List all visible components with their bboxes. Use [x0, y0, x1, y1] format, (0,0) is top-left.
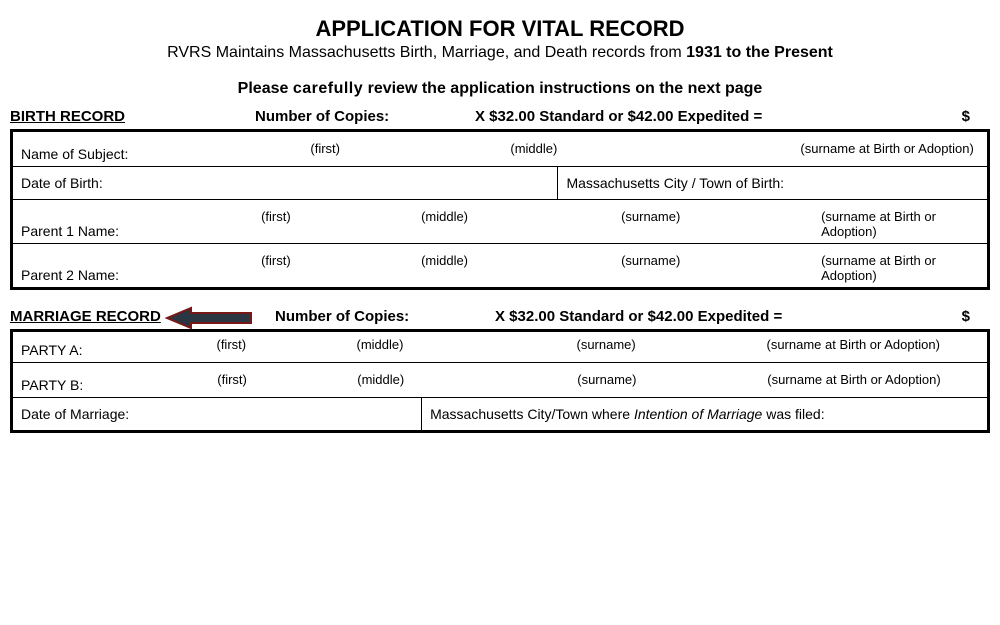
dom-label: Date of Marriage:: [21, 406, 129, 422]
party-b-first-sublabel: (first): [157, 372, 317, 393]
subject-surname-sublabel: (surname at Birth or Adoption): [640, 141, 973, 162]
subject-name-row: Name of Subject: (first) (middle) (surna…: [13, 132, 987, 167]
page-subtitle: RVRS Maintains Massachusetts Birth, Marr…: [10, 44, 990, 62]
dob-label: Date of Birth:: [21, 175, 103, 191]
birth-pricing-label: X $32.00 Standard or $42.00 Expedited =: [475, 108, 930, 125]
arrow-icon: [165, 306, 255, 330]
subject-middle-sublabel: (middle): [410, 141, 640, 162]
dom-city-row: Date of Marriage: Massachusetts City/Tow…: [13, 398, 987, 430]
party-a-surname-sublabel: (surname): [516, 337, 716, 358]
party-b-row: PARTY B: (first) (middle) (surname) (sur…: [13, 363, 987, 398]
birth-section-header: BIRTH RECORD Number of Copies: X $32.00 …: [10, 108, 990, 125]
marriage-city-label: Massachusetts City/Town where Intention …: [430, 406, 825, 422]
parent1-middle-sublabel: (middle): [391, 209, 581, 239]
birth-city-label: Massachusetts City / Town of Birth:: [566, 175, 784, 191]
instructions-bold: carefully: [293, 80, 363, 97]
party-a-first-sublabel: (first): [156, 337, 316, 358]
marriage-copies-label: Number of Copies:: [275, 308, 495, 325]
subject-first-sublabel: (first): [250, 141, 410, 162]
parent2-row: Parent 2 Name: (first) (middle) (surname…: [13, 244, 987, 287]
birth-copies-label: Number of Copies:: [255, 108, 475, 125]
party-b-surname-adopt-sublabel: (surname at Birth or Adoption): [717, 372, 940, 393]
marriage-form-box: PARTY A: (first) (middle) (surname) (sur…: [10, 329, 990, 433]
dob-city-row: Date of Birth: Massachusetts City / Town…: [13, 167, 987, 200]
marriage-city-pre: Massachusetts City/Town where: [430, 406, 634, 422]
parent2-surname-adopt-sublabel: (surname at Birth or Adoption): [781, 253, 979, 283]
instructions-pre: Please: [238, 80, 293, 97]
party-a-middle-sublabel: (middle): [316, 337, 516, 358]
party-a-surname-adopt-sublabel: (surname at Birth or Adoption): [716, 337, 939, 358]
parent2-middle-sublabel: (middle): [391, 253, 581, 283]
page-title: APPLICATION FOR VITAL RECORD: [10, 16, 990, 42]
subject-name-label: Name of Subject:: [21, 146, 128, 162]
parent2-label: Parent 2 Name:: [21, 267, 119, 283]
party-a-label: PARTY A:: [21, 342, 82, 358]
marriage-section-header: MARRIAGE RECORD Number of Copies: X $32.…: [10, 308, 990, 325]
parent1-label: Parent 1 Name:: [21, 223, 119, 239]
instructions-post: review the application instructions on t…: [363, 80, 762, 97]
marriage-pricing-label: X $32.00 Standard or $42.00 Expedited =: [495, 308, 930, 325]
party-b-surname-sublabel: (surname): [517, 372, 717, 393]
subtitle-bold: 1931 to the Present: [686, 44, 833, 61]
party-a-row: PARTY A: (first) (middle) (surname) (sur…: [13, 332, 987, 363]
parent1-surname-adopt-sublabel: (surname at Birth or Adoption): [781, 209, 979, 239]
instructions-line: Please carefully review the application …: [10, 80, 990, 98]
subtitle-text: RVRS Maintains Massachusetts Birth, Marr…: [167, 44, 686, 61]
parent1-first-sublabel: (first): [231, 209, 391, 239]
marriage-city-italic: Intention of Marriage: [634, 406, 762, 422]
birth-record-label: BIRTH RECORD: [10, 108, 255, 125]
marriage-city-post: was filed:: [762, 406, 824, 422]
party-b-middle-sublabel: (middle): [317, 372, 517, 393]
parent2-first-sublabel: (first): [231, 253, 391, 283]
parent1-row: Parent 1 Name: (first) (middle) (surname…: [13, 200, 987, 244]
party-b-label: PARTY B:: [21, 377, 83, 393]
parent1-surname-sublabel: (surname): [581, 209, 781, 239]
marriage-dollar: $: [930, 308, 990, 325]
parent2-surname-sublabel: (surname): [581, 253, 781, 283]
birth-dollar: $: [930, 108, 990, 125]
birth-form-box: Name of Subject: (first) (middle) (surna…: [10, 129, 990, 290]
